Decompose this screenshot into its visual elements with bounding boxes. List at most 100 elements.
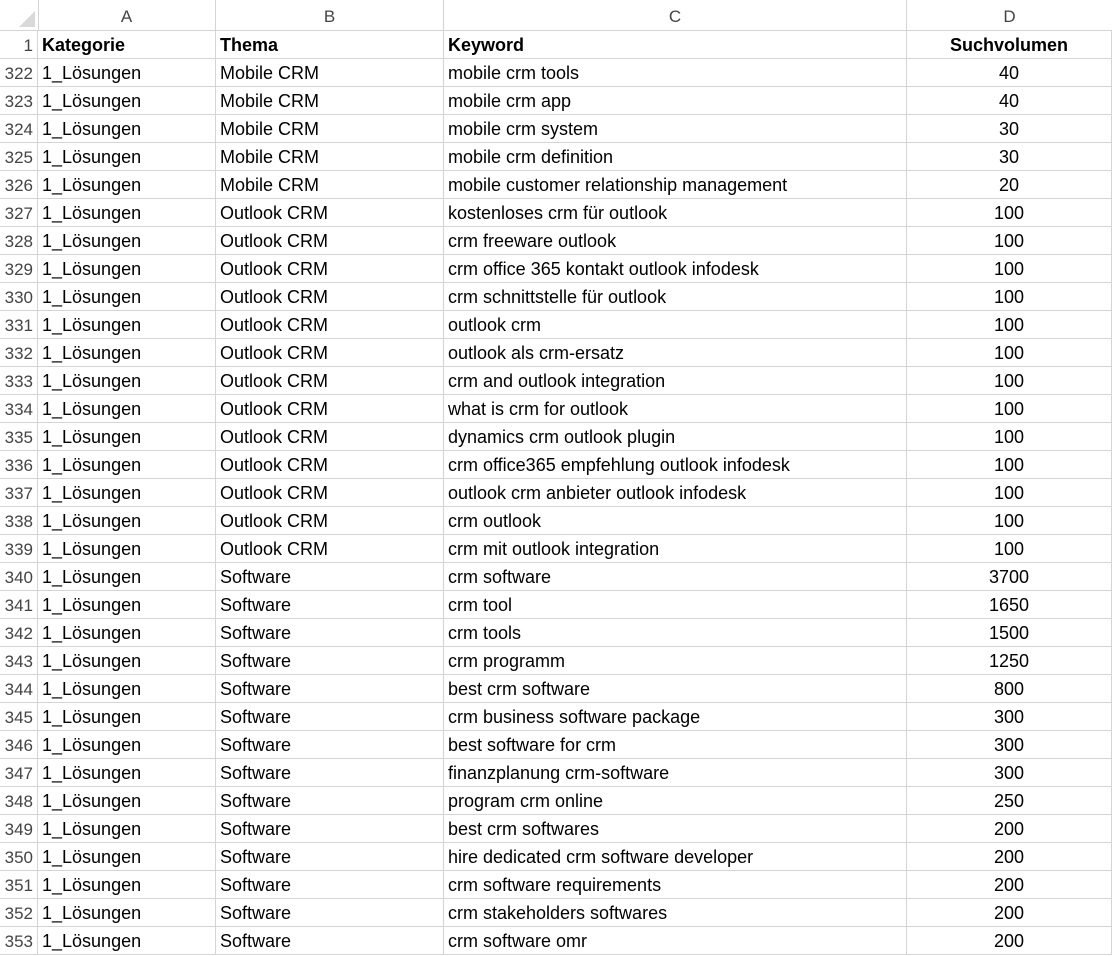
- cell-suchvolumen[interactable]: 100: [907, 311, 1112, 338]
- row-number[interactable]: 348: [0, 787, 38, 814]
- cell-kategorie[interactable]: 1_Lösungen: [38, 675, 216, 702]
- row-number[interactable]: 336: [0, 451, 38, 478]
- row-number[interactable]: 323: [0, 87, 38, 114]
- cell-thema[interactable]: Software: [216, 843, 444, 870]
- cell-suchvolumen[interactable]: 30: [907, 143, 1112, 170]
- cell-keyword[interactable]: crm software: [444, 563, 907, 590]
- cell-kategorie[interactable]: 1_Lösungen: [38, 423, 216, 450]
- row-number[interactable]: 329: [0, 255, 38, 282]
- row-number[interactable]: 340: [0, 563, 38, 590]
- row-number[interactable]: 349: [0, 815, 38, 842]
- cell-suchvolumen[interactable]: 200: [907, 927, 1112, 954]
- cell-suchvolumen[interactable]: 200: [907, 843, 1112, 870]
- cell-keyword[interactable]: crm outlook: [444, 507, 907, 534]
- cell-suchvolumen[interactable]: 100: [907, 479, 1112, 506]
- cell-keyword[interactable]: best crm softwares: [444, 815, 907, 842]
- cell-thema[interactable]: Outlook CRM: [216, 339, 444, 366]
- cell-thema[interactable]: Software: [216, 647, 444, 674]
- cell-keyword[interactable]: kostenloses crm für outlook: [444, 199, 907, 226]
- row-number[interactable]: 352: [0, 899, 38, 926]
- row-number[interactable]: 326: [0, 171, 38, 198]
- row-number[interactable]: 334: [0, 395, 38, 422]
- cell-kategorie[interactable]: 1_Lösungen: [38, 815, 216, 842]
- row-number[interactable]: 327: [0, 199, 38, 226]
- column-header-b[interactable]: B: [216, 0, 444, 30]
- cell-keyword[interactable]: crm software requirements: [444, 871, 907, 898]
- cell-thema-header[interactable]: Thema: [216, 31, 444, 58]
- cell-keyword[interactable]: mobile crm system: [444, 115, 907, 142]
- cell-suchvolumen[interactable]: 300: [907, 703, 1112, 730]
- cell-kategorie[interactable]: 1_Lösungen: [38, 199, 216, 226]
- cell-keyword[interactable]: mobile crm app: [444, 87, 907, 114]
- cell-thema[interactable]: Outlook CRM: [216, 535, 444, 562]
- cell-keyword[interactable]: best software for crm: [444, 731, 907, 758]
- column-header-a[interactable]: A: [38, 0, 216, 30]
- row-number[interactable]: 350: [0, 843, 38, 870]
- row-number[interactable]: 335: [0, 423, 38, 450]
- cell-thema[interactable]: Outlook CRM: [216, 451, 444, 478]
- column-header-d[interactable]: D: [907, 0, 1112, 30]
- select-all-button[interactable]: [0, 0, 39, 30]
- cell-keyword[interactable]: outlook crm anbieter outlook infodesk: [444, 479, 907, 506]
- cell-keyword[interactable]: crm office365 empfehlung outlook infodes…: [444, 451, 907, 478]
- cell-keyword[interactable]: crm schnittstelle für outlook: [444, 283, 907, 310]
- row-number[interactable]: 322: [0, 59, 38, 86]
- cell-keyword[interactable]: hire dedicated crm software developer: [444, 843, 907, 870]
- cell-thema[interactable]: Software: [216, 563, 444, 590]
- cell-keyword[interactable]: mobile customer relationship management: [444, 171, 907, 198]
- cell-kategorie[interactable]: 1_Lösungen: [38, 871, 216, 898]
- row-number[interactable]: 337: [0, 479, 38, 506]
- cell-kategorie[interactable]: 1_Lösungen: [38, 311, 216, 338]
- row-number[interactable]: 341: [0, 591, 38, 618]
- cell-thema[interactable]: Mobile CRM: [216, 143, 444, 170]
- cell-keyword[interactable]: crm tools: [444, 619, 907, 646]
- row-number[interactable]: 347: [0, 759, 38, 786]
- cell-kategorie[interactable]: 1_Lösungen: [38, 59, 216, 86]
- cell-suchvolumen[interactable]: 100: [907, 451, 1112, 478]
- row-number[interactable]: 324: [0, 115, 38, 142]
- cell-suchvolumen[interactable]: 200: [907, 899, 1112, 926]
- cell-keyword[interactable]: finanzplanung crm-software: [444, 759, 907, 786]
- cell-thema[interactable]: Software: [216, 899, 444, 926]
- row-number[interactable]: 330: [0, 283, 38, 310]
- cell-kategorie[interactable]: 1_Lösungen: [38, 507, 216, 534]
- cell-keyword[interactable]: best crm software: [444, 675, 907, 702]
- cell-keyword[interactable]: crm freeware outlook: [444, 227, 907, 254]
- cell-keyword[interactable]: crm business software package: [444, 703, 907, 730]
- cell-thema[interactable]: Mobile CRM: [216, 115, 444, 142]
- cell-thema[interactable]: Outlook CRM: [216, 367, 444, 394]
- row-number[interactable]: 328: [0, 227, 38, 254]
- cell-keyword[interactable]: crm programm: [444, 647, 907, 674]
- cell-suchvolumen[interactable]: 100: [907, 339, 1112, 366]
- cell-suchvolumen[interactable]: 250: [907, 787, 1112, 814]
- cell-suchvolumen[interactable]: 800: [907, 675, 1112, 702]
- cell-thema[interactable]: Software: [216, 815, 444, 842]
- row-number[interactable]: 325: [0, 143, 38, 170]
- cell-suchvolumen[interactable]: 20: [907, 171, 1112, 198]
- cell-suchvolumen[interactable]: 3700: [907, 563, 1112, 590]
- row-number[interactable]: 331: [0, 311, 38, 338]
- cell-suchvolumen[interactable]: 40: [907, 87, 1112, 114]
- cell-thema[interactable]: Software: [216, 619, 444, 646]
- cell-kategorie[interactable]: 1_Lösungen: [38, 479, 216, 506]
- cell-suchvolumen[interactable]: 200: [907, 871, 1112, 898]
- cell-keyword[interactable]: crm software omr: [444, 927, 907, 954]
- cell-kategorie[interactable]: 1_Lösungen: [38, 227, 216, 254]
- cell-kategorie[interactable]: 1_Lösungen: [38, 395, 216, 422]
- cell-kategorie[interactable]: 1_Lösungen: [38, 255, 216, 282]
- row-number[interactable]: 342: [0, 619, 38, 646]
- row-number[interactable]: 351: [0, 871, 38, 898]
- cell-keyword-header[interactable]: Keyword: [444, 31, 907, 58]
- cell-thema[interactable]: Outlook CRM: [216, 395, 444, 422]
- cell-kategorie[interactable]: 1_Lösungen: [38, 703, 216, 730]
- cell-suchvolumen[interactable]: 30: [907, 115, 1112, 142]
- cell-keyword[interactable]: crm tool: [444, 591, 907, 618]
- cell-kategorie[interactable]: 1_Lösungen: [38, 339, 216, 366]
- cell-suchvolumen[interactable]: 100: [907, 283, 1112, 310]
- cell-keyword[interactable]: outlook crm: [444, 311, 907, 338]
- cell-thema[interactable]: Outlook CRM: [216, 479, 444, 506]
- cell-kategorie[interactable]: 1_Lösungen: [38, 143, 216, 170]
- row-number[interactable]: 343: [0, 647, 38, 674]
- cell-kategorie[interactable]: 1_Lösungen: [38, 283, 216, 310]
- cell-kategorie[interactable]: 1_Lösungen: [38, 367, 216, 394]
